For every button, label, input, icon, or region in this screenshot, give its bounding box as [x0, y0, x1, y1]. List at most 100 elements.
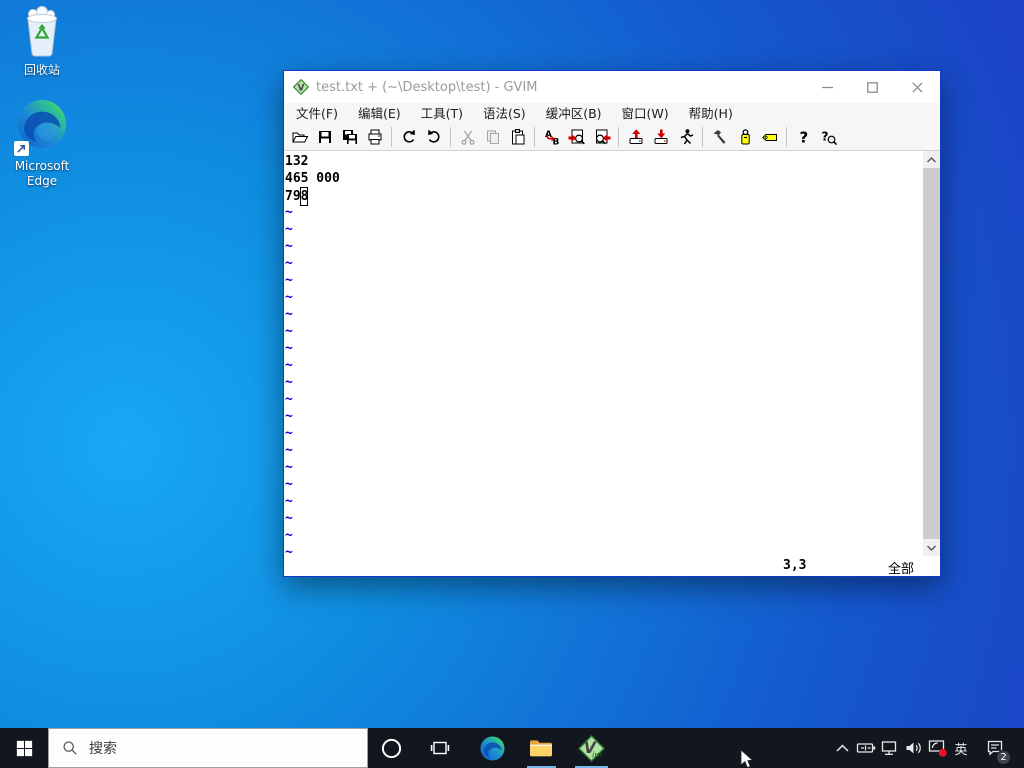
- empty-line-tilde: ~: [285, 204, 923, 221]
- empty-line-tilde: ~: [285, 510, 923, 527]
- toolbar-load-session-button[interactable]: [623, 125, 648, 149]
- minimize-icon: [822, 82, 833, 93]
- taskbar-app-file-explorer[interactable]: [519, 728, 563, 768]
- desktop-icon-microsoft-edge[interactable]: Microsoft Edge: [0, 98, 84, 189]
- desktop: 回收站 Microsoft Edge: [0, 0, 1024, 768]
- window-title: test.txt + (~\Desktop\test) - GVIM: [316, 80, 538, 95]
- make-icon: [711, 128, 729, 146]
- find-replace-icon: AB: [543, 128, 561, 146]
- menu-window[interactable]: 窗口(W): [612, 103, 679, 124]
- taskbar-app-gvim[interactable]: V im: [569, 728, 613, 768]
- toolbar-find-prev-button[interactable]: [589, 125, 614, 149]
- ime-language-label: 英: [954, 739, 967, 758]
- edge-taskbar-icon: [479, 735, 506, 762]
- menu-file[interactable]: 文件(F): [286, 103, 348, 124]
- gvim-window: V test.txt + (~\Desktop\test) - GVIM 文件(…: [283, 70, 941, 577]
- battery-icon: [856, 738, 877, 758]
- menu-syntax[interactable]: 语法(S): [473, 103, 536, 124]
- vim-cursor: 8: [300, 187, 308, 206]
- find-next-icon: [568, 128, 586, 146]
- scroll-up-button[interactable]: [923, 151, 940, 168]
- network-tray-button[interactable]: [878, 728, 902, 768]
- run-script-icon: [677, 128, 695, 146]
- close-icon: [912, 82, 923, 93]
- cursor-position-ruler: 3,3: [783, 558, 806, 573]
- empty-line-tilde: ~: [285, 527, 923, 544]
- toolbar-separator: [450, 127, 451, 147]
- battery-tray-button[interactable]: [854, 728, 878, 768]
- help-icon: ?: [795, 128, 813, 146]
- toolbar-save-button[interactable]: [312, 125, 337, 149]
- svg-text:V: V: [298, 83, 305, 93]
- toolbar-save-all-button[interactable]: [337, 125, 362, 149]
- toolbar-separator: [391, 127, 392, 147]
- empty-line-tilde: ~: [285, 340, 923, 357]
- volume-tray-button[interactable]: [902, 728, 926, 768]
- windows-logo-icon: [16, 740, 33, 757]
- menu-tools[interactable]: 工具(T): [411, 103, 473, 124]
- toolbar-make-button[interactable]: [707, 125, 732, 149]
- svg-text:im: im: [592, 749, 602, 759]
- ime-language-button[interactable]: 英: [950, 728, 972, 768]
- toolbar-redo-button[interactable]: [421, 125, 446, 149]
- jump-tag-icon: [761, 128, 779, 146]
- screen-cast-tray-button[interactable]: [926, 728, 950, 768]
- empty-line-tilde: ~: [285, 306, 923, 323]
- toolbar-open-button[interactable]: [287, 125, 312, 149]
- empty-line-tilde: ~: [285, 391, 923, 408]
- load-session-icon: [627, 128, 645, 146]
- menu-edit[interactable]: 编辑(E): [348, 103, 411, 124]
- scroll-down-button[interactable]: [923, 539, 940, 556]
- empty-line-tilde: ~: [285, 255, 923, 272]
- empty-line-tilde: ~: [285, 374, 923, 391]
- toolbar: AB??: [284, 124, 940, 151]
- toolbar-undo-button[interactable]: [396, 125, 421, 149]
- taskbar-app-edge[interactable]: [470, 728, 514, 768]
- title-bar[interactable]: V test.txt + (~\Desktop\test) - GVIM: [284, 71, 940, 103]
- menu-buffers[interactable]: 缓冲区(B): [536, 103, 612, 124]
- empty-line-tilde: ~: [285, 323, 923, 340]
- buffer-line[interactable]: 798: [285, 187, 923, 204]
- editor-area[interactable]: 132465 000798~~~~~~~~~~~~~~~~~~~~~: [284, 151, 940, 556]
- taskbar-search-input[interactable]: 搜索: [48, 728, 368, 768]
- toolbar-print-button[interactable]: [362, 125, 387, 149]
- menu-help[interactable]: 帮助(H): [679, 103, 743, 124]
- toolbar-paste-button[interactable]: [505, 125, 530, 149]
- buffer-line[interactable]: 465 000: [285, 170, 923, 187]
- find-prev-icon: [593, 128, 611, 146]
- scrollbar-thumb[interactable]: [923, 168, 940, 539]
- scroll-position-label: 全部: [888, 558, 914, 577]
- vertical-scrollbar[interactable]: [923, 151, 940, 556]
- task-view-button[interactable]: [418, 728, 462, 768]
- desktop-icon-recycle-bin[interactable]: 回收站: [0, 6, 84, 78]
- hidden-icons-chevron-icon: [836, 744, 849, 752]
- close-button[interactable]: [895, 71, 940, 103]
- toolbar-find-replace-button[interactable]: AB: [539, 125, 564, 149]
- buffer-line[interactable]: 132: [285, 153, 923, 170]
- toolbar-find-help-button[interactable]: ?: [816, 125, 841, 149]
- empty-line-tilde: ~: [285, 408, 923, 425]
- toolbar-copy-button: [480, 125, 505, 149]
- file-explorer-icon: [528, 735, 554, 761]
- minimize-button[interactable]: [805, 71, 850, 103]
- toolbar-save-session-button[interactable]: [648, 125, 673, 149]
- start-button[interactable]: [0, 728, 48, 768]
- toolbar-help-button[interactable]: ?: [791, 125, 816, 149]
- network-icon: [880, 738, 900, 758]
- toolbar-build-tags-button[interactable]: [732, 125, 757, 149]
- notification-badge: 2: [996, 750, 1011, 765]
- empty-line-tilde: ~: [285, 476, 923, 493]
- copy-icon: [484, 128, 502, 146]
- gvim-taskbar-icon: V im: [578, 735, 605, 762]
- cortana-button[interactable]: [369, 728, 413, 768]
- redo-icon: [425, 128, 443, 146]
- toolbar-run-script-button[interactable]: [673, 125, 698, 149]
- maximize-button[interactable]: [850, 71, 895, 103]
- search-placeholder: 搜索: [89, 738, 117, 758]
- shortcut-arrow-icon: [14, 141, 29, 156]
- empty-line-tilde: ~: [285, 221, 923, 238]
- toolbar-jump-tag-button[interactable]: [757, 125, 782, 149]
- toolbar-find-next-button[interactable]: [564, 125, 589, 149]
- text-buffer[interactable]: 132465 000798~~~~~~~~~~~~~~~~~~~~~: [284, 151, 923, 556]
- hidden-icons-button[interactable]: [830, 728, 854, 768]
